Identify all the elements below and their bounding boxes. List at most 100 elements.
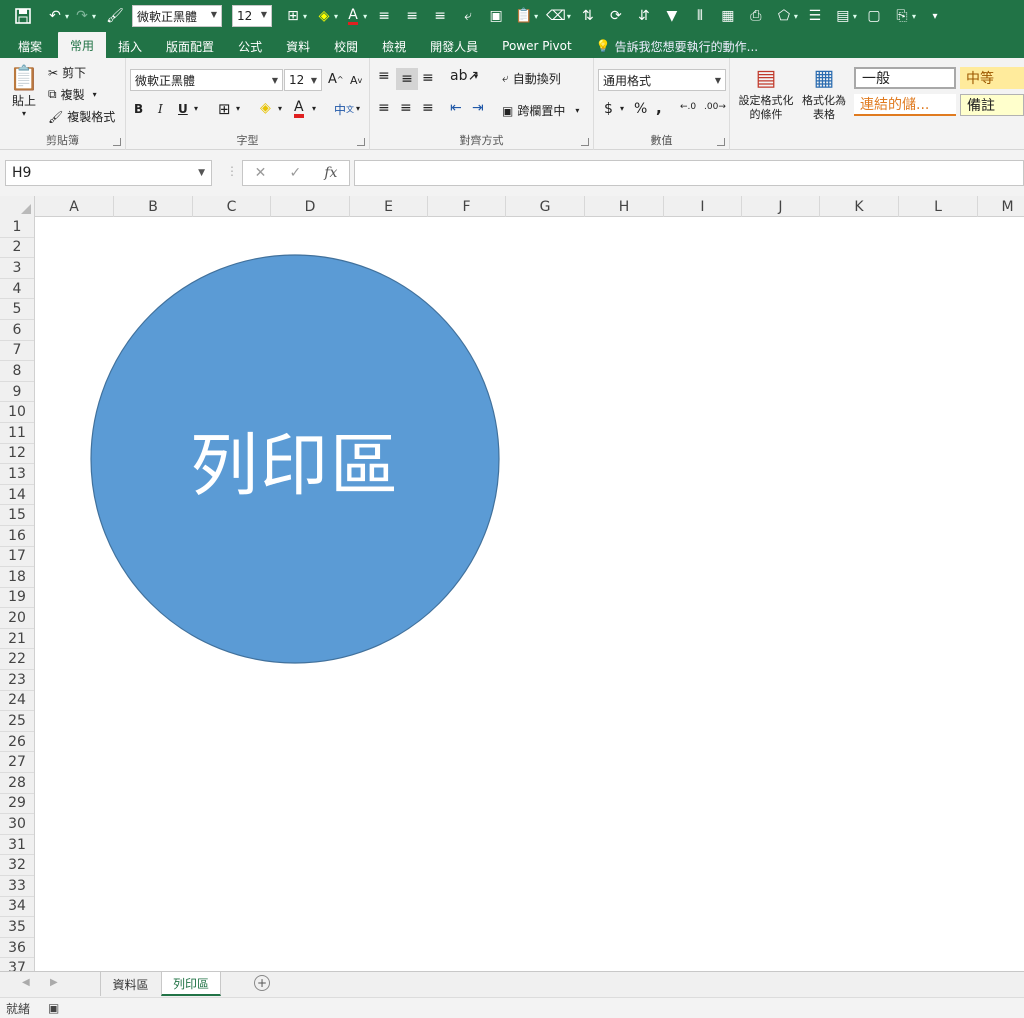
clear-icon[interactable]: ⌫	[546, 5, 566, 27]
paste-special-icon[interactable]: 📋	[515, 5, 533, 27]
tab-power-pivot[interactable]: Power Pivot	[490, 34, 584, 58]
conditional-formatting-button[interactable]: ▤ 設定格式化 的條件	[734, 64, 798, 122]
row-header[interactable]: 37	[0, 958, 34, 971]
comma-button[interactable]: ,	[656, 99, 662, 117]
row-header[interactable]: 35	[0, 917, 34, 938]
tab-page-layout[interactable]: 版面配置	[154, 34, 226, 58]
font-size-select[interactable]: 12 ▼	[284, 69, 322, 91]
column-header[interactable]: H	[585, 196, 664, 217]
underline-button[interactable]: U	[178, 102, 188, 116]
copy-button[interactable]: ⧉ 複製 ▾	[48, 86, 97, 103]
wrap-text-icon[interactable]: ⤶	[459, 5, 477, 27]
tab-view[interactable]: 檢視	[370, 34, 418, 58]
fill-color-icon[interactable]: ◈	[315, 5, 333, 27]
column-header[interactable]: G	[506, 196, 585, 217]
merge-center-button[interactable]: ▣ 跨欄置中 ▾	[502, 102, 579, 119]
print-preview-icon[interactable]: ⎙	[747, 5, 765, 27]
borders-icon[interactable]: ⊞	[284, 5, 302, 27]
font-name-select[interactable]: 微軟正黑體 ▼	[130, 69, 283, 91]
increase-indent-icon[interactable]: ⇥	[472, 100, 484, 116]
row-header[interactable]: 10	[0, 402, 34, 423]
column-header[interactable]: A	[35, 196, 114, 217]
number-format-select[interactable]: 通用格式 ▼	[598, 69, 726, 91]
font-color-icon[interactable]: A	[344, 5, 362, 27]
style-neutral[interactable]: 中等	[960, 67, 1024, 89]
row-header[interactable]: 29	[0, 794, 34, 815]
row-header[interactable]: 20	[0, 608, 34, 629]
select-all-button[interactable]	[0, 196, 35, 217]
align-center-icon[interactable]: ≡	[403, 5, 421, 27]
redo-icon[interactable]: ↷	[73, 5, 91, 27]
font-color-dropdown-icon[interactable]: ▾	[363, 12, 367, 21]
bold-button[interactable]: B	[134, 102, 143, 116]
row-header[interactable]: 28	[0, 773, 34, 794]
wrap-text-button[interactable]: ⤶ 自動換列	[502, 70, 561, 87]
align-right-icon[interactable]: ≡	[422, 100, 434, 116]
middle-align-icon[interactable]: ≡	[396, 68, 418, 90]
dialog-launcher-icon[interactable]	[581, 138, 589, 146]
row-header[interactable]: 31	[0, 835, 34, 856]
chevron-down-icon[interactable]: ▾	[194, 104, 198, 113]
tab-file[interactable]: 檔案	[6, 34, 54, 58]
row-header[interactable]: 22	[0, 649, 34, 671]
row-header[interactable]: 11	[0, 423, 34, 444]
align-left-icon[interactable]: ≡	[375, 5, 393, 27]
border-icon[interactable]: ⊞	[218, 100, 231, 118]
pivot-dropdown-icon[interactable]: ▾	[853, 12, 857, 21]
scroll-left-icon[interactable]: ◀	[22, 977, 30, 988]
column-header[interactable]: D	[271, 196, 350, 217]
font-color-icon[interactable]: A	[294, 100, 304, 118]
row-header[interactable]: 6	[0, 320, 34, 341]
row-header[interactable]: 25	[0, 711, 34, 732]
qat-font-size-box[interactable]: 12 ▼	[232, 5, 273, 27]
row-header[interactable]: 32	[0, 855, 34, 876]
tab-review[interactable]: 校閱	[322, 34, 370, 58]
tab-developer[interactable]: 開發人員	[418, 34, 490, 58]
format-painter-icon[interactable]: 🖌	[106, 5, 124, 27]
shapes-dropdown-icon[interactable]: ▾	[794, 12, 798, 21]
undo-dropdown-icon[interactable]: ▾	[65, 12, 69, 21]
align-left-icon[interactable]: ≡	[378, 100, 390, 116]
bottom-align-icon[interactable]: ≡	[422, 70, 434, 86]
column-header[interactable]: L	[899, 196, 978, 217]
currency-button[interactable]: $	[604, 101, 613, 117]
macro-dropdown-icon[interactable]: ▾	[912, 12, 916, 21]
chevron-down-icon[interactable]: ▾	[236, 104, 240, 113]
borders-dropdown-icon[interactable]: ▾	[303, 12, 307, 21]
italic-button[interactable]: I	[158, 102, 163, 116]
row-header[interactable]: 3	[0, 258, 34, 279]
worksheet-grid[interactable]: A B C D E F G H I J K L M 1 2 3 4 5 6 7 …	[0, 196, 1024, 971]
row-header[interactable]: 17	[0, 547, 34, 568]
fill-color-dropdown-icon[interactable]: ▾	[334, 12, 338, 21]
qat-font-name-box[interactable]: 微軟正黑體 ▼	[132, 5, 223, 27]
dialog-launcher-icon[interactable]	[113, 138, 121, 146]
percent-button[interactable]: %	[634, 101, 647, 117]
redo-dropdown-icon[interactable]: ▾	[92, 12, 96, 21]
name-box[interactable]: H9 ▼	[5, 160, 212, 186]
tab-insert[interactable]: 插入	[106, 34, 154, 58]
column-header[interactable]: K	[820, 196, 899, 217]
row-header[interactable]: 33	[0, 876, 34, 897]
chevron-down-icon[interactable]: ▾	[474, 72, 478, 81]
form-icon[interactable]: ☰	[806, 5, 824, 27]
clear-dropdown-icon[interactable]: ▾	[567, 12, 571, 21]
row-header[interactable]: 12	[0, 444, 34, 465]
increase-decimal-icon[interactable]: ←.0	[680, 102, 696, 112]
style-note[interactable]: 備註	[960, 94, 1024, 116]
row-header[interactable]: 1	[0, 217, 34, 238]
row-header[interactable]: 21	[0, 629, 34, 650]
freeze-icon[interactable]: ⫴	[691, 5, 709, 27]
column-header[interactable]: J	[742, 196, 820, 217]
format-painter-button[interactable]: 🖌 複製格式	[48, 108, 115, 125]
add-sheet-icon[interactable]: +	[254, 975, 270, 991]
paste-dropdown-icon[interactable]: ▾	[534, 12, 538, 21]
enter-icon[interactable]: ✓	[289, 165, 301, 181]
table-icon[interactable]: ▦	[719, 5, 737, 27]
tell-me-search[interactable]: 💡 告訴我您想要執行的動作...	[584, 34, 770, 58]
camera-icon[interactable]: ▢	[865, 5, 883, 27]
insert-function-icon[interactable]: fx	[324, 165, 337, 181]
row-header[interactable]: 36	[0, 938, 34, 959]
macro-record-icon[interactable]: ▣	[48, 1001, 59, 1015]
refresh-icon[interactable]: ⟳	[607, 5, 625, 27]
format-as-table-button[interactable]: ▦ 格式化為 表格	[798, 64, 850, 122]
